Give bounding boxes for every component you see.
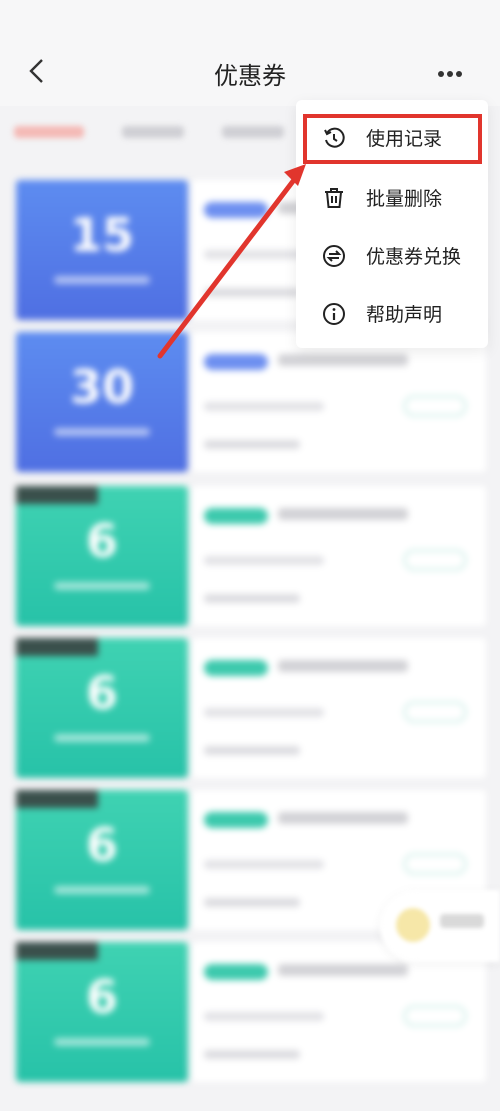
coupon-card[interactable]: 30 bbox=[10, 332, 486, 472]
coupon-validity bbox=[204, 556, 324, 565]
coupon-value-panel: 6 bbox=[16, 790, 188, 930]
menu-label-batch-delete: 批量删除 bbox=[366, 188, 443, 210]
coupon-ribbon bbox=[16, 790, 98, 808]
coupon-tag bbox=[204, 508, 268, 524]
exchange-icon bbox=[323, 245, 345, 267]
watermark-logo: Bai 经验 bbox=[340, 1056, 418, 1080]
coupon-condition bbox=[54, 276, 150, 284]
cart-icon bbox=[396, 908, 430, 942]
menu-item-coupon-exchange[interactable]: 优惠券兑换 bbox=[296, 228, 488, 286]
coupon-use-button[interactable] bbox=[404, 396, 466, 416]
trash-icon bbox=[325, 188, 343, 208]
coupon-validity bbox=[204, 708, 324, 717]
floating-cart-button[interactable] bbox=[380, 890, 500, 962]
coupon-validity bbox=[204, 1012, 324, 1021]
coupon-scope bbox=[204, 746, 300, 755]
coupon-scope bbox=[204, 440, 300, 449]
coupon-use-button[interactable] bbox=[404, 702, 466, 722]
coupon-tag bbox=[204, 202, 268, 218]
tab-3[interactable] bbox=[222, 126, 284, 138]
coupon-name bbox=[278, 812, 408, 824]
coupon-details bbox=[192, 638, 486, 778]
coupon-condition bbox=[54, 886, 150, 894]
coupon-amount: 6 bbox=[85, 514, 118, 568]
coupon-amount: 6 bbox=[85, 970, 118, 1024]
header: 优惠券 bbox=[0, 38, 500, 106]
menu-label-help: 帮助声明 bbox=[366, 304, 443, 326]
coupon-value-panel: 6 bbox=[16, 638, 188, 778]
coupon-use-button[interactable] bbox=[404, 1006, 466, 1026]
coupon-details bbox=[192, 332, 486, 472]
tab-all[interactable] bbox=[14, 126, 84, 138]
coupon-use-button[interactable] bbox=[404, 550, 466, 570]
coupon-name bbox=[278, 508, 408, 520]
coupon-use-button[interactable] bbox=[404, 854, 466, 874]
coupon-amount: 6 bbox=[85, 818, 118, 872]
coupon-scope bbox=[204, 898, 300, 907]
coupon-name bbox=[278, 660, 408, 672]
more-options-icon[interactable] bbox=[438, 62, 478, 77]
coupon-ribbon bbox=[16, 942, 98, 960]
coupon-scope bbox=[204, 594, 300, 603]
coupon-condition bbox=[54, 582, 150, 590]
coupon-condition bbox=[54, 428, 150, 436]
coupon-validity bbox=[204, 402, 324, 411]
coupon-value-panel: 6 bbox=[16, 486, 188, 626]
coupon-validity bbox=[204, 860, 324, 869]
status-bar bbox=[0, 0, 500, 38]
coupon-tag bbox=[204, 354, 268, 370]
coupon-ribbon bbox=[16, 638, 98, 656]
coupon-value-panel: 30 bbox=[16, 332, 188, 472]
menu-item-batch-delete[interactable]: 批量删除 bbox=[296, 170, 488, 228]
highlight-box bbox=[303, 114, 482, 164]
menu-label-coupon-exchange: 优惠券兑换 bbox=[366, 246, 462, 268]
coupon-card[interactable]: 6 bbox=[10, 486, 486, 626]
coupon-name bbox=[278, 354, 408, 366]
coupon-tag bbox=[204, 660, 268, 676]
coupon-scope bbox=[204, 1050, 300, 1059]
coupon-ribbon bbox=[16, 486, 98, 504]
cart-label bbox=[440, 914, 484, 928]
coupon-amount: 15 bbox=[69, 208, 134, 262]
tab-2[interactable] bbox=[122, 126, 184, 138]
coupon-details bbox=[192, 486, 486, 626]
coupon-amount: 30 bbox=[69, 360, 134, 414]
coupon-amount: 6 bbox=[85, 666, 118, 720]
coupon-value-panel: 15 bbox=[16, 180, 188, 320]
coupon-condition bbox=[54, 734, 150, 742]
coupon-value-panel: 6 bbox=[16, 942, 188, 1082]
coupon-details bbox=[192, 942, 486, 1082]
coupon-card[interactable]: 6 bbox=[10, 638, 486, 778]
page-title: 优惠券 bbox=[214, 62, 286, 90]
coupon-condition bbox=[54, 1038, 150, 1046]
coupon-tag bbox=[204, 964, 268, 980]
coupon-name bbox=[278, 964, 408, 976]
info-icon bbox=[323, 303, 345, 325]
menu-item-help[interactable]: 帮助声明 bbox=[296, 286, 488, 344]
coupon-scope bbox=[204, 288, 300, 297]
coupon-tag bbox=[204, 812, 268, 828]
